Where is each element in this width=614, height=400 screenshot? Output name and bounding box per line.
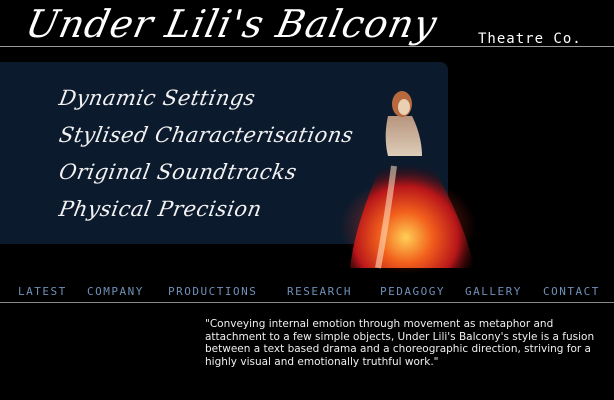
site-title[interactable]: Under Lili's Balcony xyxy=(22,2,441,46)
nav-item-contact[interactable]: CONTACT xyxy=(543,282,600,304)
tagline-stylised-characterisations: Stylised Characterisations xyxy=(57,123,356,147)
main-nav: LATEST COMPANY PRODUCTIONS RESEARCH PEDA… xyxy=(0,282,614,304)
header-divider xyxy=(0,46,614,47)
nav-item-pedagogy[interactable]: PEDAGOGY xyxy=(380,282,445,304)
site-header: Under Lili's Balcony Theatre Co. xyxy=(0,0,614,62)
tagline-list: Dynamic Settings Stylised Characterisati… xyxy=(56,80,396,228)
tagline-physical-precision: Physical Precision xyxy=(57,197,264,221)
site-subtitle: Theatre Co. xyxy=(478,31,582,47)
tagline-dynamic-settings: Dynamic Settings xyxy=(57,86,258,110)
tagline-original-soundtracks: Original Soundtracks xyxy=(57,160,299,184)
company-quote: "Conveying internal emotion through move… xyxy=(205,318,595,368)
nav-item-company[interactable]: COMPANY xyxy=(87,282,144,304)
nav-item-latest[interactable]: LATEST xyxy=(18,282,67,304)
nav-item-productions[interactable]: PRODUCTIONS xyxy=(168,282,257,304)
nav-item-gallery[interactable]: GALLERY xyxy=(465,282,522,304)
nav-divider xyxy=(0,302,614,303)
nav-item-research[interactable]: RESEARCH xyxy=(287,282,352,304)
